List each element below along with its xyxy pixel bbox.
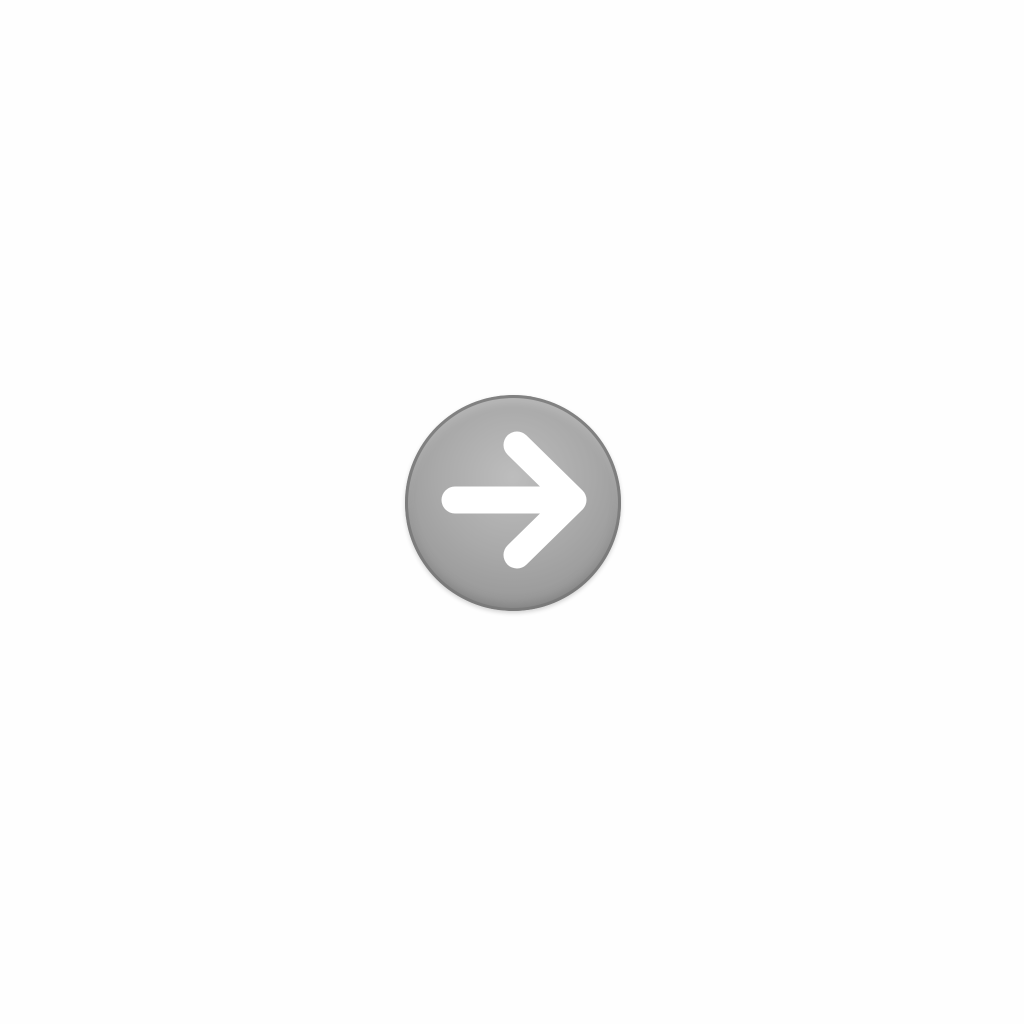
next-button[interactable] bbox=[405, 395, 621, 611]
arrow-right-icon bbox=[441, 431, 587, 569]
canvas bbox=[0, 0, 1024, 1024]
